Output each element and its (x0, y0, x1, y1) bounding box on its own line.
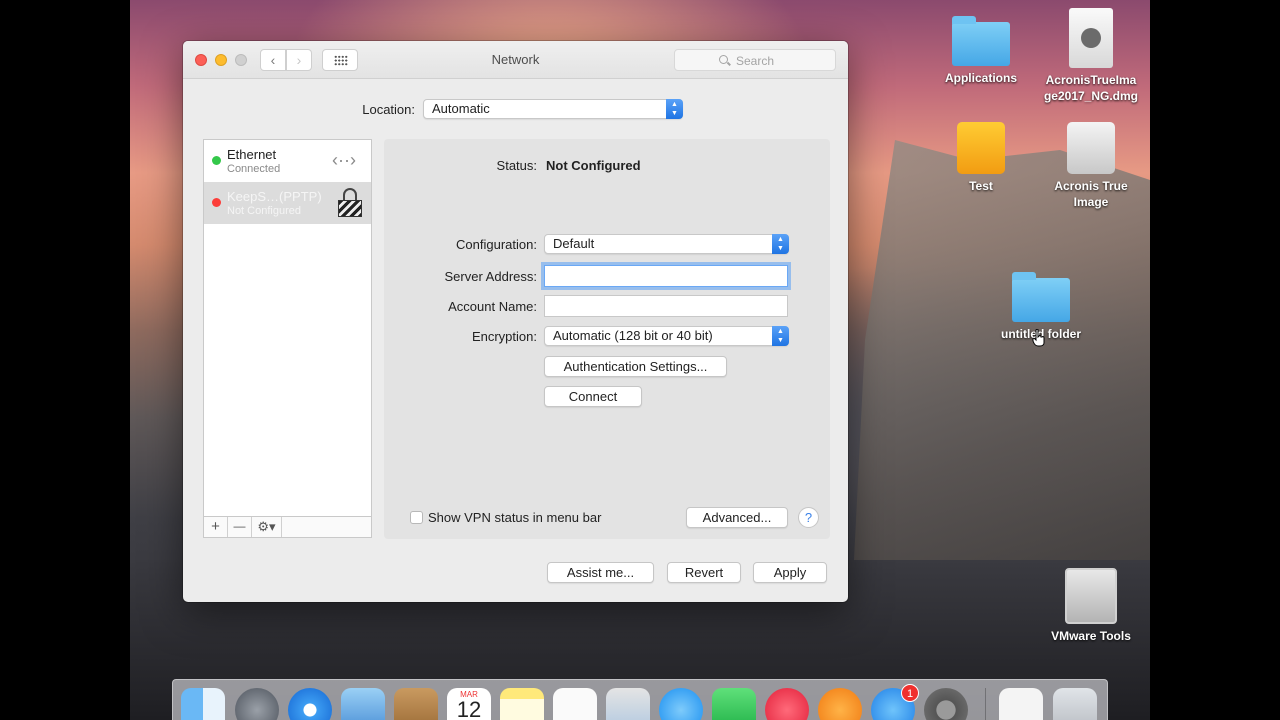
external-drive-icon (957, 122, 1005, 174)
desktop-icon-applications[interactable]: Applications (926, 16, 1036, 86)
lock-icon (338, 188, 362, 218)
itunes-icon[interactable] (765, 688, 809, 720)
remove-service-button[interactable]: — (228, 517, 252, 537)
account-name-field[interactable] (544, 295, 788, 317)
ibooks-icon[interactable] (818, 688, 862, 720)
encryption-label: Encryption: (471, 329, 537, 344)
configuration-label: Configuration: (456, 237, 537, 252)
desktop-icon-test[interactable]: Test (926, 122, 1036, 194)
dock: MAR 12 1 (172, 679, 1108, 720)
service-status: Not Configured (227, 205, 301, 217)
vmware-disc-icon (1065, 568, 1117, 624)
search-field[interactable]: Search (674, 49, 836, 71)
search-placeholder: Search (736, 54, 775, 68)
location-value: Automatic (432, 101, 490, 116)
internal-drive-icon (1067, 122, 1115, 174)
encryption-popup[interactable]: Automatic (128 bit or 40 bit) ▲ ▼ (544, 326, 789, 346)
search-icon (719, 55, 728, 64)
disk-image-icon (1069, 8, 1113, 68)
desktop-icon-label: AcronisTrueIma ge2017_NG.dmg (1043, 73, 1139, 103)
folder-icon (1012, 272, 1070, 322)
service-list: Ethernet Connected ‹··› KeepS…(PPTP) Not… (203, 139, 372, 537)
desktop-icon-acronis-true-image[interactable]: Acronis True Image (1036, 122, 1146, 210)
advanced-button[interactable]: Advanced... (686, 507, 788, 528)
apply-button[interactable]: Apply (753, 562, 827, 583)
status-dot (212, 198, 221, 207)
encryption-value: Automatic (128 bit or 40 bit) (553, 328, 713, 343)
revert-button[interactable]: Revert (667, 562, 741, 583)
finder-icon[interactable] (181, 688, 225, 720)
configuration-popup[interactable]: Default ▲ ▼ (544, 234, 789, 254)
service-status: Connected (227, 163, 281, 175)
help-button[interactable]: ? (798, 507, 819, 528)
app-store-badge: 1 (901, 684, 919, 702)
service-actions-button[interactable]: ⚙▾ (252, 517, 282, 537)
folder-icon (952, 16, 1010, 66)
system-preferences-icon[interactable] (924, 688, 968, 720)
service-list-toolbar: + — ⚙▾ (203, 516, 372, 538)
messages-icon[interactable] (659, 688, 703, 720)
account-name-label: Account Name: (448, 299, 537, 314)
dock-divider (985, 688, 986, 720)
desktop-icon-vmware-tools[interactable]: VMware Tools (1036, 568, 1146, 644)
title-bar: ‹ › Network Search (183, 41, 848, 79)
hand-cursor-icon (1032, 329, 1045, 347)
document-icon[interactable] (999, 688, 1043, 720)
desktop-icon-acronis-dmg[interactable]: AcronisTrueIma ge2017_NG.dmg (1036, 8, 1146, 104)
show-vpn-status-checkbox[interactable] (410, 511, 423, 524)
contacts-icon[interactable] (394, 688, 438, 720)
server-address-label: Server Address: (444, 269, 538, 284)
calendar-day: 12 (456, 697, 482, 720)
network-preferences-window: ‹ › Network Search Location: Automatic ▲… (183, 41, 848, 602)
location-popup[interactable]: Automatic ▲ ▼ (423, 99, 683, 119)
service-item-vpn[interactable]: KeepS…(PPTP) Not Configured (204, 182, 371, 224)
trash-icon[interactable] (1053, 688, 1097, 720)
desktop-icon-label: Applications (944, 71, 1017, 85)
updown-arrows-icon: ▲ ▼ (666, 99, 683, 119)
show-vpn-status-label[interactable]: Show VPN status in menu bar (428, 510, 601, 525)
service-item-ethernet[interactable]: Ethernet Connected ‹··› (204, 140, 371, 182)
authentication-settings-button[interactable]: Authentication Settings... (544, 356, 727, 377)
mail-icon[interactable] (341, 688, 385, 720)
assist-me-button[interactable]: Assist me... (547, 562, 654, 583)
facetime-icon[interactable] (712, 688, 756, 720)
updown-arrows-icon: ▲ ▼ (772, 326, 789, 346)
safari-icon[interactable] (288, 688, 332, 720)
status-label: Status: (496, 158, 537, 173)
status-value: Not Configured (546, 158, 641, 173)
desktop-icon-label: VMware Tools (1051, 629, 1131, 643)
server-address-field[interactable] (544, 265, 788, 287)
desktop-icon-label: Test (969, 179, 993, 193)
location-label: Location: (362, 102, 415, 117)
add-service-button[interactable]: + (204, 517, 228, 537)
calendar-icon[interactable]: MAR 12 (447, 688, 491, 720)
status-dot (212, 156, 221, 165)
launchpad-icon[interactable] (235, 688, 279, 720)
service-name: Ethernet (227, 147, 277, 162)
photo-booth-icon[interactable] (606, 688, 650, 720)
reminders-icon[interactable] (553, 688, 597, 720)
notes-icon[interactable] (500, 688, 544, 720)
ethernet-arrows-icon: ‹··› (332, 150, 356, 170)
desktop-icon-label: Acronis True Image (1054, 179, 1128, 209)
connect-button[interactable]: Connect (544, 386, 642, 407)
service-name: KeepS…(PPTP) (227, 189, 322, 204)
updown-arrows-icon: ▲ ▼ (772, 234, 789, 254)
configuration-value: Default (553, 236, 595, 251)
